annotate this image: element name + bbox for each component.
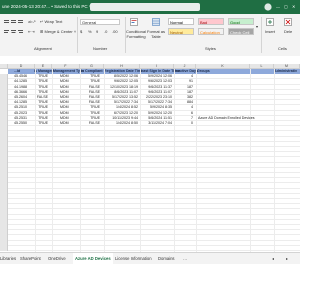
sheet-tab-libraries[interactable]: Libraries	[0, 253, 16, 264]
align-top-icon[interactable]	[4, 19, 24, 25]
scroll-right-icon[interactable]: ▸	[286, 253, 288, 264]
conditional-formatting-button[interactable]: Conditional Formatting	[125, 29, 147, 39]
header-inactive-days[interactable]: Inactive Days	[175, 69, 198, 74]
delete-button[interactable]: Dele	[284, 29, 292, 34]
align-left-icon[interactable]	[4, 29, 24, 35]
style-neutral[interactable]: Neutral	[168, 28, 194, 35]
column-gridline	[196, 69, 197, 252]
maximize-icon[interactable]: ▢	[284, 4, 288, 9]
conditional-formatting-icon[interactable]	[130, 18, 138, 26]
sheet-tab-license-information[interactable]: License Information	[115, 253, 152, 264]
header-administrative[interactable]: Administrativ	[274, 69, 297, 74]
percent-button[interactable]: %	[88, 29, 92, 34]
column-gridline	[80, 69, 81, 252]
sheet-tab-sharepoint[interactable]: SharePoint	[20, 253, 41, 264]
cell-j[interactable]: 0	[191, 121, 193, 126]
alignment-group-label: Alignment	[34, 46, 52, 51]
cell-h[interactable]: 1/4/2024 8:50	[116, 121, 138, 126]
indent-icon[interactable]: ⇤⇥	[28, 29, 35, 34]
user-avatar-icon[interactable]	[264, 3, 272, 11]
wrap-text-icon: ↵	[40, 19, 44, 24]
format-as-table-button[interactable]: Format as Table	[147, 29, 165, 39]
styles-more-icon[interactable]: ▾	[256, 24, 258, 29]
wrap-text-button[interactable]: ↵ Wrap Text	[40, 19, 62, 24]
column-gridline	[274, 69, 275, 252]
style-normal[interactable]: Normal	[168, 18, 194, 25]
style-bad[interactable]: Bad	[198, 18, 224, 25]
sheet-tab-onedrive[interactable]: OneDrive	[48, 253, 66, 264]
search-input[interactable]	[90, 3, 200, 11]
sheet-tab-bar: Libraries SharePoint OneDrive Azure AD D…	[0, 252, 300, 265]
column-gridline	[104, 69, 105, 252]
style-calculation[interactable]: Calculation	[198, 28, 224, 35]
minimize-icon[interactable]: —	[276, 4, 280, 9]
insert-icon[interactable]	[266, 18, 274, 26]
style-good[interactable]: Good	[228, 18, 254, 25]
column-gridline	[52, 69, 53, 252]
status-area	[0, 264, 300, 300]
merge-center-button[interactable]: ⊞ Merge & Center ˅	[40, 29, 76, 34]
spreadsheet-grid[interactable]: D E F G H I J K L M ...Id Is Managed Man…	[0, 64, 300, 252]
merge-icon: ⊞	[40, 29, 44, 34]
column-gridline	[250, 69, 251, 252]
window-title[interactable]: une 2024-05-13 20:47... • Saved to this …	[2, 0, 92, 14]
cell-i[interactable]: 3/11/2024 7:04	[148, 121, 172, 126]
increase-decimal-icon[interactable]: .0	[104, 29, 107, 34]
insert-button[interactable]: Insert	[265, 29, 275, 34]
column-gridline	[140, 69, 141, 252]
row-header[interactable]	[0, 245, 8, 251]
title-bar: une 2024-05-13 20:47... • Saved to this …	[0, 0, 300, 14]
format-as-table-icon[interactable]	[152, 18, 160, 26]
ribbon: ab↗ ⇤⇥ ↵ Wrap Text ⊞ Merge & Center ˅ Al…	[0, 14, 300, 57]
number-format-dropdown[interactable]: General	[80, 19, 120, 25]
delete-icon[interactable]	[284, 18, 292, 26]
number-group-label: Number	[93, 46, 108, 51]
cell-g[interactable]: FALSE	[89, 121, 100, 126]
cell-f[interactable]: MDM	[60, 121, 69, 126]
cell-k[interactable]: Azure AD Domain Enrolled Devices	[198, 116, 255, 121]
cell-d[interactable]: 45.2550	[14, 121, 27, 126]
currency-button[interactable]: $	[80, 29, 82, 34]
comma-button[interactable]: 9	[96, 29, 98, 34]
decrease-decimal-icon[interactable]: .00	[112, 29, 118, 34]
header-groups[interactable]: Groups	[197, 69, 210, 74]
style-check-cell[interactable]: Check Cell	[228, 28, 254, 35]
scroll-left-icon[interactable]: ◂	[272, 253, 274, 264]
column-gridline	[174, 69, 175, 252]
cells-group-label: Cells	[278, 46, 287, 51]
orientation-icon[interactable]: ab↗	[28, 19, 36, 24]
sheet-tabs-more-icon[interactable]: …	[183, 253, 187, 264]
sheet-tab-domains[interactable]: Domains	[158, 253, 175, 264]
select-all-corner[interactable]	[0, 64, 8, 69]
cell-e[interactable]: TRUE	[38, 121, 48, 126]
styles-group-label: Styles	[205, 46, 216, 51]
group-divider	[261, 17, 262, 53]
close-icon[interactable]: ✕	[292, 4, 295, 9]
group-divider	[77, 17, 78, 53]
